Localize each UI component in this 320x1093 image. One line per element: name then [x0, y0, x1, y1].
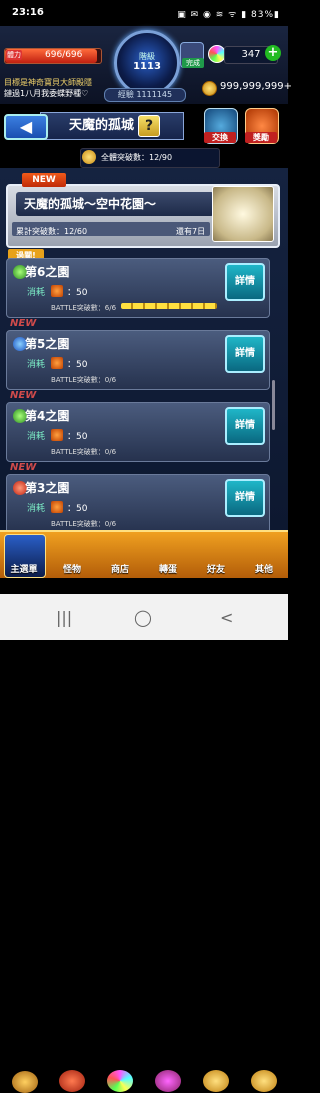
status-indicators: ▣ ✉ ◉ ≋ ᯤ ▮	[177, 10, 248, 20]
rank-orb[interactable]: 階級 1113	[114, 30, 180, 96]
cost-value: ：50	[67, 432, 88, 442]
castle-icon	[12, 1071, 38, 1093]
battle-progress-text: BATTLE突破數：0/6	[51, 448, 117, 456]
gold-count: 999,999,999+	[220, 81, 292, 92]
nav-label: 轉蛋	[158, 565, 177, 575]
garden-item-5[interactable]: 第5之園 消耗 ：50 BATTLE突破數：0/6 詳情	[6, 330, 270, 390]
detail-button[interactable]: 詳情	[225, 479, 265, 517]
garden-item-4[interactable]: 第4之園 消耗 ：50 BATTLE突破數：0/6 詳情	[6, 402, 270, 462]
battle-progress-fill	[121, 303, 217, 309]
stage-breakthrough: 累計突破數：12/60	[16, 227, 88, 236]
cost-label: 消耗	[27, 360, 46, 370]
stage-garden-image	[212, 186, 274, 242]
new-badge: NEW	[10, 318, 37, 329]
friends-icon	[203, 1070, 229, 1092]
exp-bar: 經驗 1111145	[104, 88, 186, 102]
recents-button[interactable]: |||	[56, 608, 72, 627]
complete-label: 完成	[182, 58, 204, 68]
stage-new-tag: NEW	[22, 173, 66, 187]
new-badge: NEW	[10, 390, 37, 401]
shop-icon	[107, 1070, 133, 1092]
back-button[interactable]: ◀	[4, 114, 48, 140]
buy-orbs-button[interactable]: +	[265, 45, 281, 61]
list-scrollbar[interactable]	[272, 380, 275, 430]
news-line-1[interactable]: 目標是神奇寶貝大師殿隱	[4, 77, 92, 88]
battle-progress-text: BATTLE突破數：0/6	[51, 376, 117, 384]
clock: 23:16	[12, 7, 44, 18]
new-badge: NEW	[10, 462, 37, 473]
spacer	[0, 578, 288, 594]
nav-label: 其他	[254, 565, 273, 575]
battery-level: 83%▮	[251, 10, 280, 20]
battle-progress-text: BATTLE突破數：0/6	[51, 520, 117, 528]
nav-label: 好友	[206, 565, 225, 575]
stamina-label: 體力	[6, 50, 22, 60]
nav-label: 商店	[110, 565, 129, 575]
cost-value: ：50	[67, 360, 88, 370]
reward-label: 獎勵	[245, 132, 277, 143]
rank-value: 1113	[133, 61, 161, 72]
cost-label: 消耗	[27, 432, 46, 442]
gacha-icon	[155, 1070, 181, 1092]
breakthrough-icon	[82, 150, 96, 164]
garden-item-6[interactable]: 第6之園 消耗 ：50 BATTLE突破數：6/6 詳情	[6, 258, 270, 318]
garden-name: 第5之園	[25, 337, 70, 351]
cost-label: 消耗	[27, 288, 46, 298]
coin-icon	[202, 81, 217, 96]
total-breakthrough: 全體突破數：12/90	[80, 148, 220, 168]
garden-name: 第4之園	[25, 409, 70, 423]
page-title: 天魔的孤城	[69, 118, 135, 133]
stamina-icon	[51, 501, 63, 513]
battle-progress-text: BATTLE突破數：6/6	[51, 304, 117, 312]
garden-item-3[interactable]: 第3之園 消耗 ：50 BATTLE突破數：0/6 詳情	[6, 474, 270, 534]
battle-progress-bar	[121, 303, 217, 309]
nav-label: 怪物	[62, 565, 81, 575]
exchange-label: 交換	[204, 132, 236, 143]
cost-value: ：50	[67, 288, 88, 298]
detail-button[interactable]: 詳情	[225, 407, 265, 445]
system-back-button[interactable]: <	[220, 608, 233, 627]
status-icons: ▣ ✉ ◉ ≋ ᯤ ▮ 83%▮	[177, 7, 280, 20]
detail-button[interactable]: 詳情	[225, 335, 265, 373]
cost-value: ：50	[67, 504, 88, 514]
garden-name: 第3之園	[25, 481, 70, 495]
cost-label: 消耗	[27, 504, 46, 514]
other-icon	[251, 1070, 277, 1092]
monster-icon	[59, 1070, 85, 1092]
garden-name: 第6之園	[25, 265, 70, 279]
stamina-icon	[51, 357, 63, 369]
stamina-icon	[51, 285, 63, 297]
home-button[interactable]: ◯	[134, 608, 152, 627]
status-bar: 23:16 ▣ ✉ ◉ ≋ ᯤ ▮ 83%▮	[0, 0, 288, 26]
news-line-2[interactable]: 鏈過1八月我委蝶野種♡	[4, 88, 88, 99]
nav-label: 主選單	[10, 565, 38, 575]
stamina-icon	[51, 429, 63, 441]
detail-button[interactable]: 詳情	[225, 263, 265, 301]
stage-title: 天魔的孤城～空中花園～	[16, 192, 214, 216]
page-title-plate: 天魔的孤城	[40, 112, 184, 140]
stage-remaining-days: 還有7日	[176, 227, 206, 236]
stamina-value: 696/696	[45, 50, 83, 60]
help-button[interactable]: ?	[138, 115, 160, 137]
